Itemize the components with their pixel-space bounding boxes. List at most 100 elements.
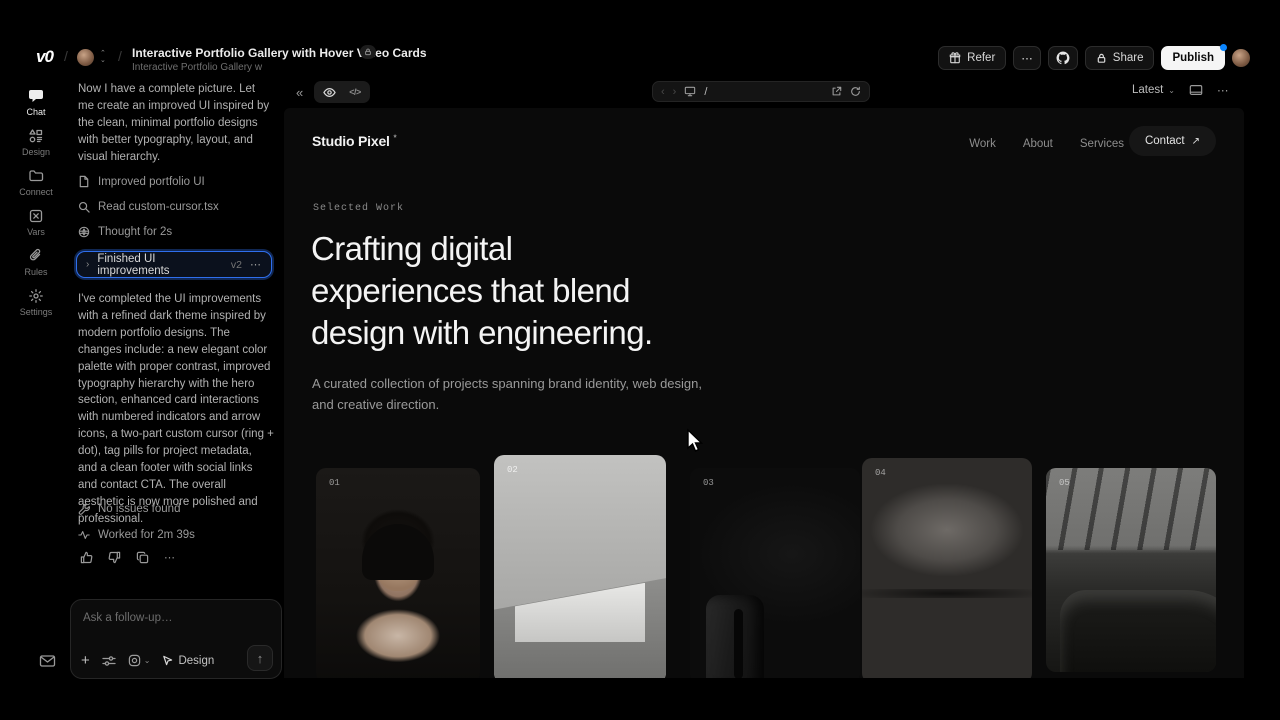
share-button[interactable]: Share bbox=[1085, 46, 1155, 70]
design-mode-label: Design bbox=[178, 655, 214, 667]
site-nav: Work About Services bbox=[969, 138, 1124, 150]
site-hero-heading: Crafting digital experiences that blend … bbox=[311, 228, 653, 354]
assistant-summary: I've completed the UI improvements with … bbox=[78, 291, 274, 528]
hero-line: experiences that blend bbox=[311, 270, 653, 312]
site-logo[interactable]: Studio Pixel * bbox=[312, 133, 396, 149]
project-card-05[interactable]: 05 bbox=[1046, 468, 1216, 672]
search-icon bbox=[78, 201, 90, 213]
url-path[interactable]: / bbox=[704, 86, 707, 98]
wrench-icon bbox=[78, 503, 90, 515]
chevron-down-icon: ⌄ bbox=[144, 656, 151, 665]
breadcrumb-separator: / bbox=[118, 48, 122, 64]
preview-more-button[interactable]: ⋯ bbox=[1217, 83, 1230, 97]
card-number: 02 bbox=[507, 465, 518, 475]
user-avatar[interactable] bbox=[1232, 49, 1250, 67]
attach-button[interactable]: + bbox=[81, 652, 90, 669]
rail-label: Design bbox=[22, 147, 50, 157]
view-mode-segment: </> bbox=[314, 81, 370, 103]
layout-toggle-icon[interactable] bbox=[1189, 84, 1203, 96]
arrow-up-icon: ↑ bbox=[257, 651, 264, 666]
task-thought[interactable]: Thought for 2s bbox=[78, 226, 172, 238]
paperclip-icon bbox=[28, 248, 44, 264]
sidebar-item-chat[interactable]: Chat bbox=[0, 88, 72, 117]
composer-placeholder[interactable]: Ask a follow-up… bbox=[83, 612, 172, 624]
v0-app-window: v0 / ⌃⌄ / Interactive Portfolio Gallery … bbox=[0, 0, 1280, 720]
chat-panel: Now I have a complete picture. Let me cr… bbox=[72, 80, 284, 720]
project-title[interactable]: Interactive Portfolio Gallery with Hover… bbox=[132, 46, 427, 60]
sidebar-item-design[interactable]: Design bbox=[0, 128, 72, 157]
rail-label: Settings bbox=[20, 307, 53, 317]
task-improved-portfolio-ui[interactable]: Improved portfolio UI bbox=[78, 175, 205, 188]
message-more-button[interactable]: ⋯ bbox=[164, 551, 177, 564]
card-number: 05 bbox=[1059, 478, 1070, 488]
top-bar: v0 / ⌃⌄ / Interactive Portfolio Gallery … bbox=[0, 0, 1280, 80]
thumbs-down-icon[interactable] bbox=[108, 551, 121, 564]
site-eyebrow: Selected Work bbox=[313, 203, 404, 214]
thumbs-up-icon[interactable] bbox=[80, 551, 93, 564]
workspace-switcher[interactable]: ⌃⌄ bbox=[100, 50, 106, 64]
sidebar-item-vars[interactable]: Vars bbox=[0, 208, 72, 237]
project-card-02[interactable]: 02 bbox=[494, 455, 666, 678]
card-number: 03 bbox=[703, 478, 714, 488]
v0-logo[interactable]: v0 bbox=[36, 47, 53, 67]
version-selector[interactable]: Latest ⌄ bbox=[1132, 84, 1175, 96]
version-card-more-button[interactable]: ⋯ bbox=[250, 258, 262, 271]
feedback-mail-button[interactable] bbox=[39, 654, 56, 673]
workspace-avatar[interactable] bbox=[77, 49, 94, 66]
send-button[interactable]: ↑ bbox=[247, 645, 273, 671]
preview-toolbar: « </> ‹ › / Latest ⌄ bbox=[284, 80, 1244, 106]
site-nav-services[interactable]: Services bbox=[1080, 138, 1124, 150]
refresh-icon[interactable] bbox=[850, 86, 861, 97]
activity-icon bbox=[78, 530, 90, 540]
preview-url-bar[interactable]: ‹ › / bbox=[652, 81, 870, 102]
design-mode-button[interactable]: Design bbox=[162, 655, 214, 667]
nav-back-button[interactable]: ‹ bbox=[661, 86, 665, 98]
no-issues-row[interactable]: No issues found bbox=[78, 503, 180, 515]
site-hero-subtitle: A curated collection of projects spannin… bbox=[312, 373, 717, 415]
version-card-finished-ui-improvements[interactable]: › Finished UI improvements v2 ⋯ bbox=[76, 251, 272, 278]
worked-duration-row[interactable]: Worked for 2m 39s bbox=[78, 529, 195, 541]
worked-label: Worked for 2m 39s bbox=[98, 529, 195, 541]
model-selector[interactable]: ⌄ bbox=[128, 654, 151, 667]
rail-label: Chat bbox=[26, 107, 45, 117]
chat-composer[interactable]: Ask a follow-up… + ⌄ Design ↑ bbox=[70, 599, 282, 679]
gift-icon bbox=[949, 52, 961, 64]
mail-icon bbox=[39, 654, 56, 668]
preview-eye-toggle[interactable] bbox=[318, 83, 340, 101]
sidebar-item-settings[interactable]: Settings bbox=[0, 288, 72, 317]
project-card-01[interactable]: 01 bbox=[316, 468, 480, 678]
task-label: Read custom-cursor.tsx bbox=[98, 201, 219, 213]
folder-icon bbox=[28, 168, 44, 184]
open-external-icon[interactable] bbox=[831, 86, 842, 97]
collapse-panel-button[interactable]: « bbox=[296, 85, 303, 100]
mouse-cursor bbox=[684, 428, 706, 459]
private-lock-badge[interactable] bbox=[360, 45, 376, 59]
version-badge: v2 bbox=[231, 259, 242, 271]
copy-icon[interactable] bbox=[136, 551, 149, 564]
rail-label: Vars bbox=[27, 227, 45, 237]
site-contact-button[interactable]: Contact ↗ bbox=[1129, 126, 1216, 156]
project-card-04[interactable]: 04 bbox=[862, 458, 1032, 678]
nav-forward-button[interactable]: › bbox=[673, 86, 677, 98]
refer-button[interactable]: Refer bbox=[938, 46, 1006, 70]
github-button[interactable] bbox=[1048, 46, 1078, 70]
project-subtitle: Interactive Portfolio Gallery w bbox=[132, 62, 262, 73]
preview-panel: « </> ‹ › / Latest ⌄ bbox=[284, 80, 1244, 680]
site-nav-about[interactable]: About bbox=[1023, 138, 1053, 150]
cursor-mode-icon bbox=[162, 655, 173, 666]
publish-button[interactable]: Publish bbox=[1161, 46, 1225, 70]
task-read-custom-cursor[interactable]: Read custom-cursor.tsx bbox=[78, 201, 219, 213]
more-options-button[interactable]: ⋯ bbox=[1013, 46, 1041, 70]
hero-line: design with engineering. bbox=[311, 312, 653, 354]
chevron-right-icon: › bbox=[86, 259, 89, 270]
rail-label: Rules bbox=[24, 267, 47, 277]
sliders-icon[interactable] bbox=[102, 655, 116, 667]
gear-icon bbox=[28, 288, 44, 304]
sidebar-item-connect[interactable]: Connect bbox=[0, 168, 72, 197]
code-view-toggle[interactable]: </> bbox=[344, 83, 366, 101]
sidebar-item-rules[interactable]: Rules bbox=[0, 248, 72, 277]
design-shapes-icon bbox=[28, 128, 44, 144]
hero-line: Crafting digital bbox=[311, 228, 653, 270]
project-card-03[interactable]: 03 bbox=[690, 468, 860, 678]
site-nav-work[interactable]: Work bbox=[969, 138, 996, 150]
